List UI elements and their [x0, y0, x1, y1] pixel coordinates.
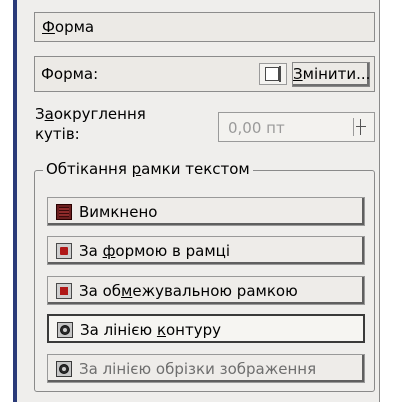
wrap-option-crop-contour[interactable]: За лінією обрізки зображення — [47, 354, 365, 383]
shape-section-header[interactable]: Форма — [34, 12, 375, 42]
wrap-contour-icon — [57, 322, 73, 338]
shape-row: Форма: Змінити... — [34, 56, 375, 92]
wrap-option-off[interactable]: Вимкнено — [47, 197, 365, 226]
corner-rounding-spinbox[interactable]: 0,00 пт — [218, 112, 375, 142]
option-label: За лінією контуру — [80, 321, 221, 339]
change-shape-button[interactable]: Змінити... — [292, 62, 370, 87]
wrap-option-shape[interactable]: За формою в рамці — [47, 236, 365, 265]
wrap-option-contour[interactable]: За лінією контуру — [47, 314, 365, 343]
option-label: За формою в рамці — [79, 242, 231, 260]
wrap-crop-contour-icon — [56, 361, 72, 377]
corner-rounding-value: 0,00 пт — [228, 119, 285, 137]
spin-arrows-icon[interactable] — [353, 118, 368, 136]
wrap-bounding-icon — [56, 283, 72, 299]
shape-picker-icon[interactable] — [259, 63, 287, 85]
corner-rounding-label: Заокруглення кутів: — [35, 105, 146, 143]
wrap-off-icon — [56, 204, 72, 220]
wrap-option-bounding[interactable]: За обмежувальною рамкою — [47, 276, 365, 305]
text-wrap-group-title: Обтікання рамки текстом — [43, 159, 253, 179]
wrap-shape-icon — [56, 243, 72, 259]
option-label: За обмежувальною рамкою — [79, 282, 298, 300]
option-label: Вимкнено — [79, 203, 158, 221]
section-label: Форма — [42, 18, 95, 36]
shape-label: Форма: — [41, 65, 99, 83]
option-label: За лінією обрізки зображення — [79, 360, 317, 378]
shape-properties-panel: Форма Форма: Змінити... Заокруглення кут… — [13, 0, 380, 402]
